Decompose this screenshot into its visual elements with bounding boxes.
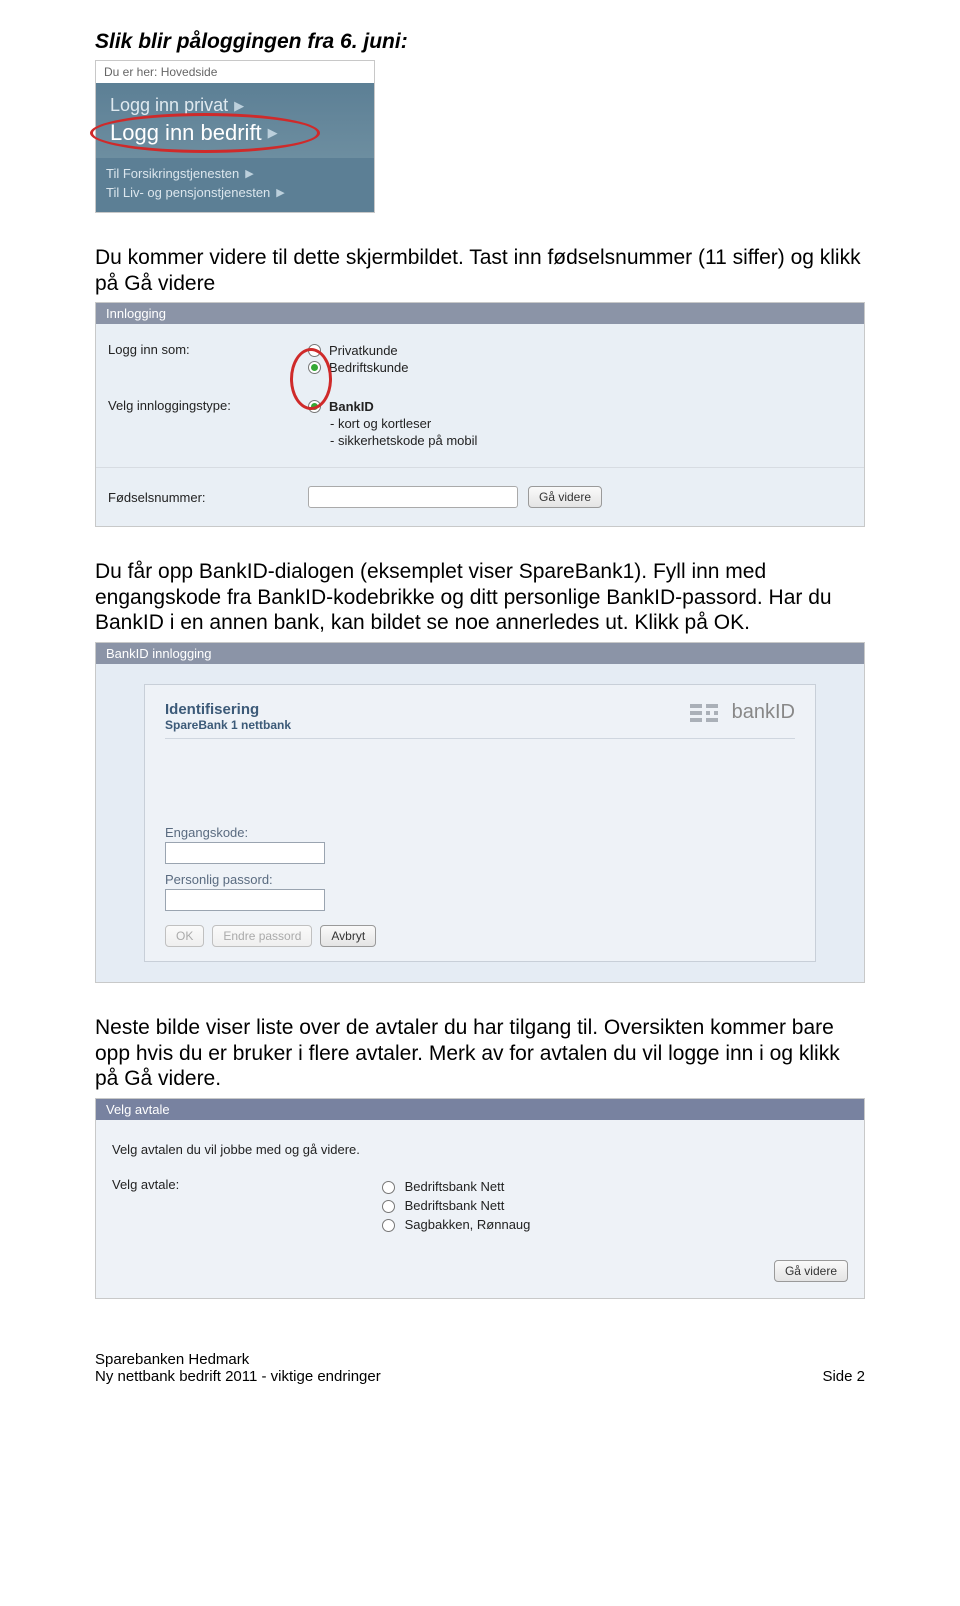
- opt-mobil-label: - sikkerhetskode på mobil: [330, 433, 477, 448]
- radio-bedriftskunde[interactable]: Bedriftskunde: [308, 359, 852, 376]
- opt-kortleser: - kort og kortleser: [308, 415, 852, 432]
- fodselsnummer-input[interactable]: [308, 486, 518, 508]
- chevron-right-icon: ▶: [245, 167, 253, 180]
- avtale-option-2-label: Bedriftsbank Nett: [405, 1198, 505, 1213]
- body-paragraph-3: Neste bilde viser liste over de avtaler …: [95, 1015, 865, 1092]
- velg-avtale-panel: Velg avtale Velg avtalen du vil jobbe me…: [95, 1098, 865, 1299]
- chevron-right-icon: ▶: [234, 98, 244, 114]
- opt-mobil: - sikkerhetskode på mobil: [308, 432, 852, 449]
- label-fodselsnummer: Fødselsnummer:: [108, 490, 308, 505]
- login-privat-label: Logg inn privat: [110, 95, 228, 116]
- login-menu-screenshot: Du er her: Hovedside Logg inn privat ▶ L…: [95, 60, 375, 213]
- passord-input[interactable]: [165, 889, 325, 911]
- radio-icon: [382, 1219, 395, 1232]
- insurance-link-label: Til Forsikringstjenesten: [106, 166, 239, 181]
- radio-icon: [308, 344, 321, 357]
- avbryt-button[interactable]: Avbryt: [320, 925, 376, 947]
- pension-link-label: Til Liv- og pensjonstjenesten: [106, 185, 270, 200]
- radio-privatkunde-label: Privatkunde: [329, 343, 398, 358]
- velg-avtale-intro: Velg avtalen du vil jobbe med og gå vide…: [112, 1142, 848, 1157]
- endre-passord-button[interactable]: Endre passord: [212, 925, 312, 947]
- page-footer: Sparebanken Hedmark Ny nettbank bedrift …: [95, 1351, 865, 1385]
- radio-selected-icon: [308, 400, 321, 413]
- bankid-logo-icon: [690, 704, 724, 722]
- avtale-option-2[interactable]: Bedriftsbank Nett: [382, 1196, 530, 1215]
- footer-line2: Ny nettbank bedrift 2011 - viktige endri…: [95, 1368, 381, 1385]
- document-heading: Slik blir påloggingen fra 6. juni:: [95, 30, 865, 54]
- radio-icon: [382, 1200, 395, 1213]
- radio-icon: [382, 1181, 395, 1194]
- login-bedrift-button[interactable]: Logg inn bedrift ▶: [110, 118, 360, 148]
- pension-link[interactable]: Til Liv- og pensjonstjenesten ▶: [106, 183, 364, 202]
- innlogging-panel: Innlogging Logg inn som: Privatkunde Bed…: [95, 302, 865, 527]
- ok-button[interactable]: OK: [165, 925, 204, 947]
- avtale-option-1-label: Bedriftsbank Nett: [405, 1179, 505, 1194]
- login-bedrift-label: Logg inn bedrift: [110, 120, 262, 146]
- label-personlig-passord: Personlig passord:: [165, 872, 795, 887]
- avtale-gaa-videre-button[interactable]: Gå videre: [774, 1260, 848, 1282]
- bankid-logo-text: bankID: [732, 701, 795, 724]
- radio-bedriftskunde-label: Bedriftskunde: [329, 360, 409, 375]
- footer-line1: Sparebanken Hedmark: [95, 1351, 381, 1368]
- chevron-right-icon: ▶: [268, 125, 278, 141]
- avtale-option-3[interactable]: Sagbakken, Rønnaug: [382, 1215, 530, 1234]
- engangskode-input[interactable]: [165, 842, 325, 864]
- label-innloggingstype: Velg innloggingstype:: [108, 398, 308, 413]
- radio-bankid-label: BankID: [329, 399, 374, 414]
- label-engangskode: Engangskode:: [165, 825, 795, 840]
- bankid-dialog: Identifisering SpareBank 1 nettbank bank…: [144, 684, 816, 962]
- radio-selected-icon: [308, 361, 321, 374]
- body-paragraph-1: Du kommer videre til dette skjermbildet.…: [95, 245, 865, 296]
- bankid-logo: bankID: [690, 701, 795, 724]
- bankid-titlebar: BankID innlogging: [96, 643, 864, 664]
- login-privat-button[interactable]: Logg inn privat ▶: [110, 93, 360, 118]
- bankid-identifisering-label: Identifisering: [165, 701, 291, 718]
- bankid-bankname-label: SpareBank 1 nettbank: [165, 718, 291, 732]
- page-number: Side 2: [822, 1368, 865, 1385]
- avtale-option-3-label: Sagbakken, Rønnaug: [405, 1217, 531, 1232]
- chevron-right-icon: ▶: [276, 186, 284, 199]
- label-velg-avtale: Velg avtale:: [112, 1177, 382, 1234]
- radio-bankid[interactable]: BankID: [308, 398, 852, 415]
- gaa-videre-button[interactable]: Gå videre: [528, 486, 602, 508]
- login-menu-links: Til Forsikringstjenesten ▶ Til Liv- og p…: [96, 158, 374, 212]
- avtale-option-1[interactable]: Bedriftsbank Nett: [382, 1177, 530, 1196]
- radio-privatkunde[interactable]: Privatkunde: [308, 342, 852, 359]
- opt-kortleser-label: - kort og kortleser: [330, 416, 431, 431]
- breadcrumb: Du er her: Hovedside: [96, 61, 374, 83]
- label-logg-inn-som: Logg inn som:: [108, 342, 308, 357]
- innlogging-titlebar: Innlogging: [96, 303, 864, 324]
- body-paragraph-2: Du får opp BankID-dialogen (eksemplet vi…: [95, 559, 865, 636]
- insurance-link[interactable]: Til Forsikringstjenesten ▶: [106, 164, 364, 183]
- bankid-panel: BankID innlogging Identifisering SpareBa…: [95, 642, 865, 983]
- velg-avtale-titlebar: Velg avtale: [96, 1099, 864, 1120]
- login-menu-main: Logg inn privat ▶ Logg inn bedrift ▶: [96, 83, 374, 158]
